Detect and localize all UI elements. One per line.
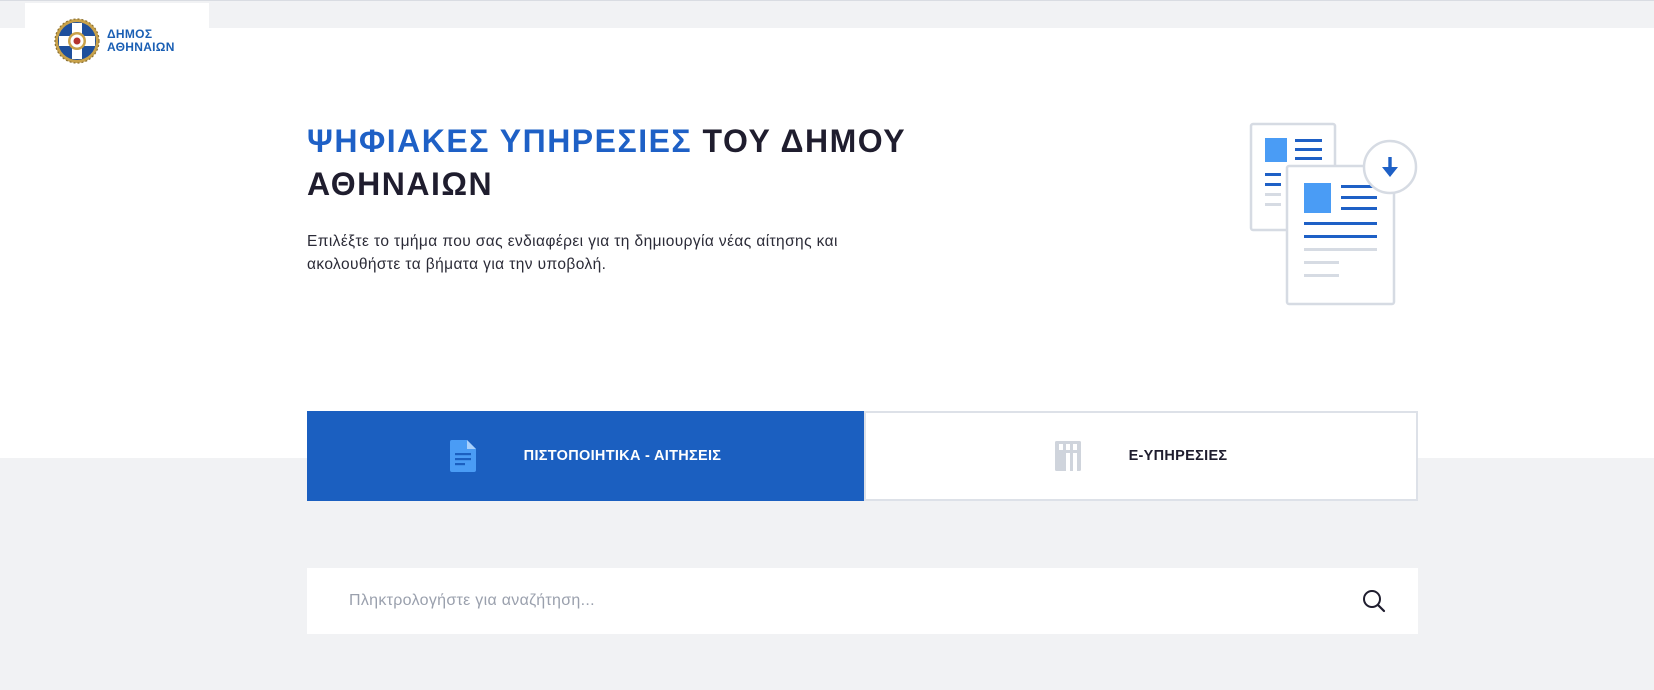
category-tabs: ΠΙΣΤΟΠΟΙΗΤΙΚΑ - ΑΙΤΗΣΕΙΣ Ε-ΥΠΗΡΕΣΙΕΣ [307, 411, 1418, 501]
search-icon[interactable] [1360, 587, 1388, 615]
page-title: ΨΗΦΙΑΚΕΣ ΥΠΗΡΕΣΙΕΣ ΤΟΥ ΔΗΜΟΥ ΑΘΗΝΑΙΩΝ [307, 120, 947, 206]
site-logo-link[interactable]: ΔΗΜΟΣ ΑΘΗΝΑΙΩΝ [25, 3, 209, 69]
document-icon [449, 440, 476, 472]
tab-label: ΠΙΣΤΟΠΟΙΗΤΙΚΑ - ΑΙΤΗΣΕΙΣ [523, 448, 722, 464]
tab-e-services[interactable]: Ε-ΥΠΗΡΕΣΙΕΣ [864, 411, 1418, 501]
logo-text: ΔΗΜΟΣ ΑΘΗΝΑΙΩΝ [107, 28, 175, 54]
top-bar [0, 3, 1654, 28]
title-accent: ΨΗΦΙΑΚΕΣ ΥΠΗΡΕΣΙΕΣ [307, 123, 693, 159]
tab-certificates-applications[interactable]: ΠΙΣΤΟΠΟΙΗΤΙΚΑ - ΑΙΤΗΣΕΙΣ [307, 411, 864, 501]
search-input[interactable] [347, 591, 1360, 611]
page-subtitle: Επιλέξτε το τμήμα που σας ενδιαφέρει για… [307, 233, 838, 273]
search-bar [307, 568, 1418, 634]
building-icon [1054, 441, 1081, 471]
documents-download-illustration [1249, 122, 1418, 306]
tab-label: Ε-ΥΠΗΡΕΣΙΕΣ [1128, 448, 1228, 464]
municipality-emblem-icon [54, 18, 100, 64]
logo-line-2: ΑΘΗΝΑΙΩΝ [107, 40, 175, 54]
